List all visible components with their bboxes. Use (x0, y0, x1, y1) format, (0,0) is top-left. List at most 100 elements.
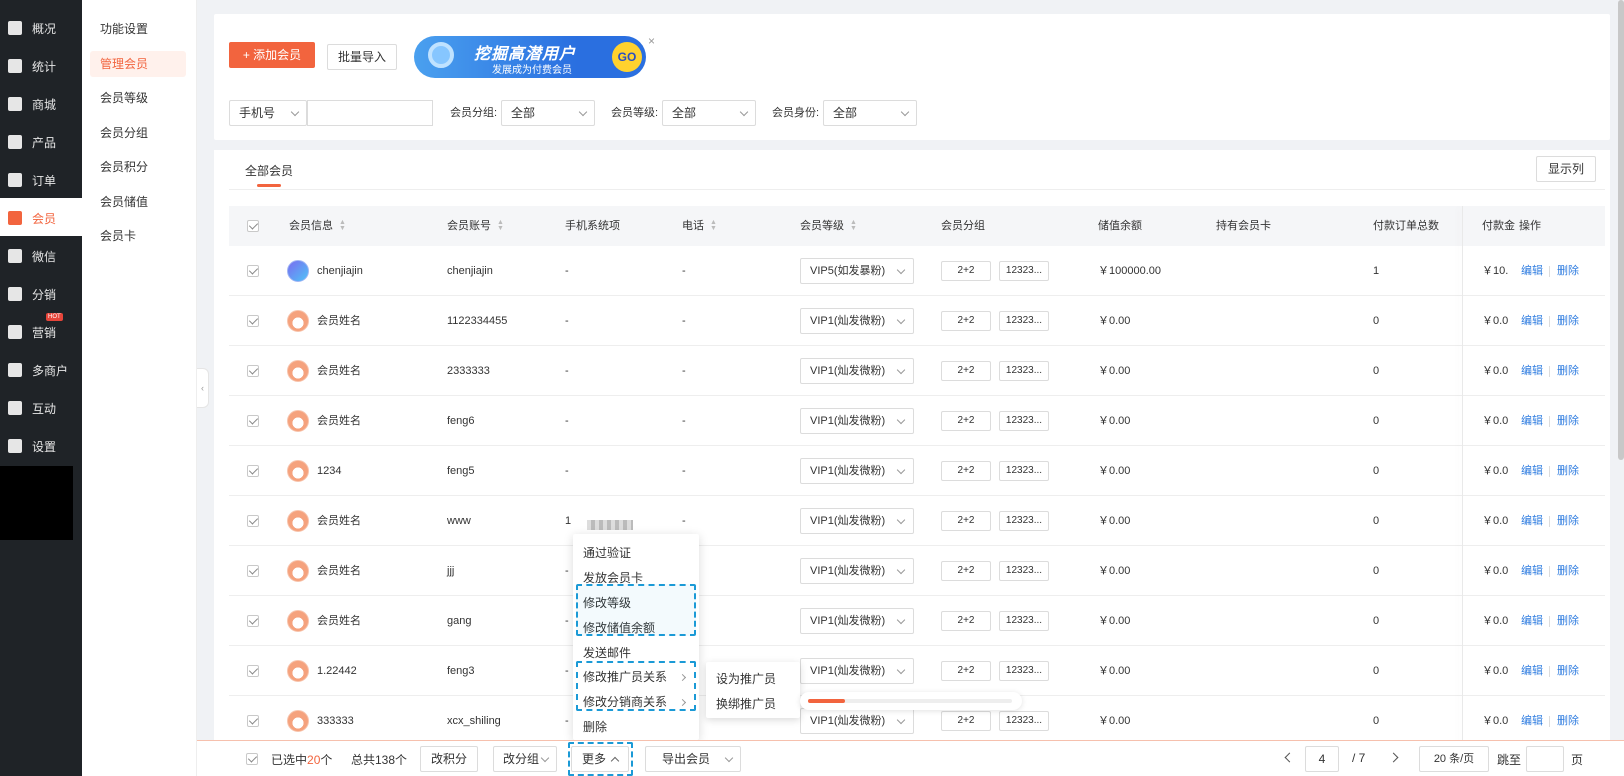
table-row[interactable]: 1234 feng5 - - VIP1(灿发微粉) 2+2 12323... ￥0.00 0 ￥0… (229, 446, 1605, 496)
member-name[interactable]: 会员姓名 (317, 396, 361, 446)
level-select[interactable]: VIP5(如发暴粉) (800, 258, 914, 284)
member-name[interactable]: 会员姓名 (317, 296, 361, 346)
nav-item-7[interactable]: 分销 (0, 276, 82, 312)
level-filter-select[interactable]: 全部 (662, 100, 756, 126)
member-name[interactable]: 会员姓名 (317, 596, 361, 646)
row-checkbox[interactable] (247, 465, 259, 477)
nav-item-5[interactable]: 会员 (0, 200, 82, 236)
row-checkbox[interactable] (247, 515, 259, 527)
nav-item-0[interactable]: 概况 (0, 10, 82, 46)
sidebar-collapse-handle[interactable]: ‹ (197, 368, 209, 408)
level-select[interactable]: VIP1(灿发微粉) (800, 408, 914, 434)
select-all-checkbox[interactable] (247, 220, 259, 232)
level-select[interactable]: VIP1(灿发微粉) (800, 358, 914, 384)
edit-link[interactable]: 编辑 (1521, 696, 1543, 746)
row-checkbox[interactable] (247, 415, 259, 427)
nav-item-4[interactable]: 订单 (0, 162, 82, 198)
row-checkbox[interactable] (247, 565, 259, 577)
nav-item-11[interactable]: 设置 (0, 428, 82, 464)
subnav-item-0[interactable]: 功能设置 (90, 16, 186, 42)
submenu-set-promoter[interactable]: 设为推广员 (716, 670, 776, 687)
subnav-item-5[interactable]: 会员储值 (90, 189, 186, 215)
phone-field-select[interactable]: 手机号 (229, 100, 307, 126)
row-checkbox[interactable] (247, 715, 259, 727)
edit-link[interactable]: 编辑 (1521, 246, 1543, 296)
level-select[interactable]: VIP1(灿发微粉) (800, 708, 914, 734)
row-checkbox[interactable] (247, 315, 259, 327)
prev-page-icon[interactable] (1284, 752, 1295, 763)
delete-link[interactable]: 删除 (1557, 496, 1579, 546)
subnav-item-6[interactable]: 会员卡 (90, 223, 186, 249)
table-row[interactable]: 会员姓名 jjj - VIP1(灿发微粉) 2+2 12323... ￥0.00 0 ￥0.0 编… (229, 546, 1605, 596)
identity-filter-select[interactable]: 全部 (823, 100, 917, 126)
menu-item-verify[interactable]: 通过验证 (583, 544, 631, 561)
table-row[interactable]: 会员姓名 www 1- VIP1(灿发微粉) 2+2 12323... ￥0.00 0 ￥0.0… (229, 496, 1605, 546)
delete-link[interactable]: 删除 (1557, 646, 1579, 696)
subnav-item-3[interactable]: 会员分组 (90, 120, 186, 146)
page-size-select[interactable]: 20 条/页 (1419, 746, 1489, 772)
nav-item-9[interactable]: 多商户 (0, 352, 82, 388)
level-select[interactable]: VIP1(灿发微粉) (800, 458, 914, 484)
subnav-item-2[interactable]: 会员等级 (90, 85, 186, 111)
table-row[interactable]: 1.22442 feng3 - VIP1(灿发微粉) 2+2 12323... ￥0.00 0… (229, 646, 1605, 696)
show-columns-button[interactable]: 显示列 (1536, 156, 1596, 182)
nav-item-2[interactable]: 商城 (0, 86, 82, 122)
member-name[interactable]: 会员姓名 (317, 546, 361, 596)
menu-item-delete[interactable]: 删除 (583, 718, 607, 735)
member-name[interactable]: chenjiajin (317, 246, 363, 296)
nav-item-1[interactable]: 统计 (0, 48, 82, 84)
banner-close-icon[interactable]: × (648, 34, 655, 48)
level-select[interactable]: VIP1(灿发微粉) (800, 308, 914, 334)
table-row[interactable]: 会员姓名 1122334455 - - VIP1(灿发微粉) 2+2 12323... ￥0.… (229, 296, 1605, 346)
delete-link[interactable]: 删除 (1557, 446, 1579, 496)
delete-link[interactable]: 删除 (1557, 546, 1579, 596)
subnav-item-4[interactable]: 会员积分 (90, 154, 186, 180)
table-row[interactable]: 会员姓名 2333333 - - VIP1(灿发微粉) 2+2 12323... ￥0.00 0… (229, 346, 1605, 396)
delete-link[interactable]: 删除 (1557, 396, 1579, 446)
batch-import-button[interactable]: 批量导入 (327, 44, 397, 70)
group-filter-select[interactable]: 全部 (501, 100, 595, 126)
nav-item-10[interactable]: 互动 (0, 390, 82, 426)
edit-link[interactable]: 编辑 (1521, 646, 1543, 696)
member-name[interactable]: 333333 (317, 696, 354, 746)
delete-link[interactable]: 删除 (1557, 696, 1579, 746)
header-tel[interactable]: 电话 ▲ ▼ (682, 206, 717, 246)
member-name[interactable]: 1.22442 (317, 646, 357, 696)
table-row[interactable]: 会员姓名 feng6 - - VIP1(灿发微粉) 2+2 12323... ￥0.00 0 ￥0… (229, 396, 1605, 446)
edit-link[interactable]: 编辑 (1521, 546, 1543, 596)
header-account[interactable]: 会员账号 ▲ ▼ (447, 206, 504, 246)
row-checkbox[interactable] (247, 265, 259, 277)
submenu-rebind-promoter[interactable]: 换绑推广员 (716, 695, 776, 712)
subnav-item-1[interactable]: 管理会员 (90, 50, 186, 77)
nav-item-6[interactable]: 微信 (0, 238, 82, 274)
edit-link[interactable]: 编辑 (1521, 496, 1543, 546)
phone-search-input[interactable] (307, 100, 433, 126)
edit-link[interactable]: 编辑 (1521, 346, 1543, 396)
add-member-button[interactable]: + 添加会员 (229, 42, 315, 68)
edit-link[interactable]: 编辑 (1521, 296, 1543, 346)
page-scrollbar[interactable] (1618, 0, 1624, 460)
edit-link[interactable]: 编辑 (1521, 596, 1543, 646)
nav-item-3[interactable]: 产品 (0, 124, 82, 160)
row-checkbox[interactable] (247, 365, 259, 377)
change-group-button[interactable]: 改分组 (493, 746, 557, 772)
level-select[interactable]: VIP1(灿发微粉) (800, 608, 914, 634)
page-input[interactable]: 4 (1305, 746, 1339, 772)
next-page-icon[interactable] (1388, 752, 1399, 763)
bulk-select-checkbox[interactable] (246, 753, 258, 765)
banner-go-button[interactable]: GO (612, 42, 642, 72)
jump-page-input[interactable] (1526, 746, 1564, 772)
header-level[interactable]: 会员等级 ▲ ▼ (800, 206, 857, 246)
member-name[interactable]: 会员姓名 (317, 496, 361, 546)
table-row[interactable]: 会员姓名 gang - VIP1(灿发微粉) 2+2 12323... ￥0.00 0 ￥0.0… (229, 596, 1605, 646)
table-row[interactable]: chenjiajin chenjiajin - - VIP5(如发暴粉) 2+2 12323… (229, 246, 1605, 296)
tab-all-members[interactable]: 全部会员 (245, 162, 293, 179)
member-name[interactable]: 会员姓名 (317, 346, 361, 396)
menu-item-send-email[interactable]: 发送邮件 (583, 644, 631, 661)
header-member-info[interactable]: 会员信息 ▲ ▼ (289, 206, 346, 246)
nav-item-8[interactable]: 营销 HOT (0, 313, 82, 350)
export-members-button[interactable]: 导出会员 (645, 746, 741, 772)
row-checkbox[interactable] (247, 615, 259, 627)
level-select[interactable]: VIP1(灿发微粉) (800, 508, 914, 534)
delete-link[interactable]: 删除 (1557, 246, 1579, 296)
